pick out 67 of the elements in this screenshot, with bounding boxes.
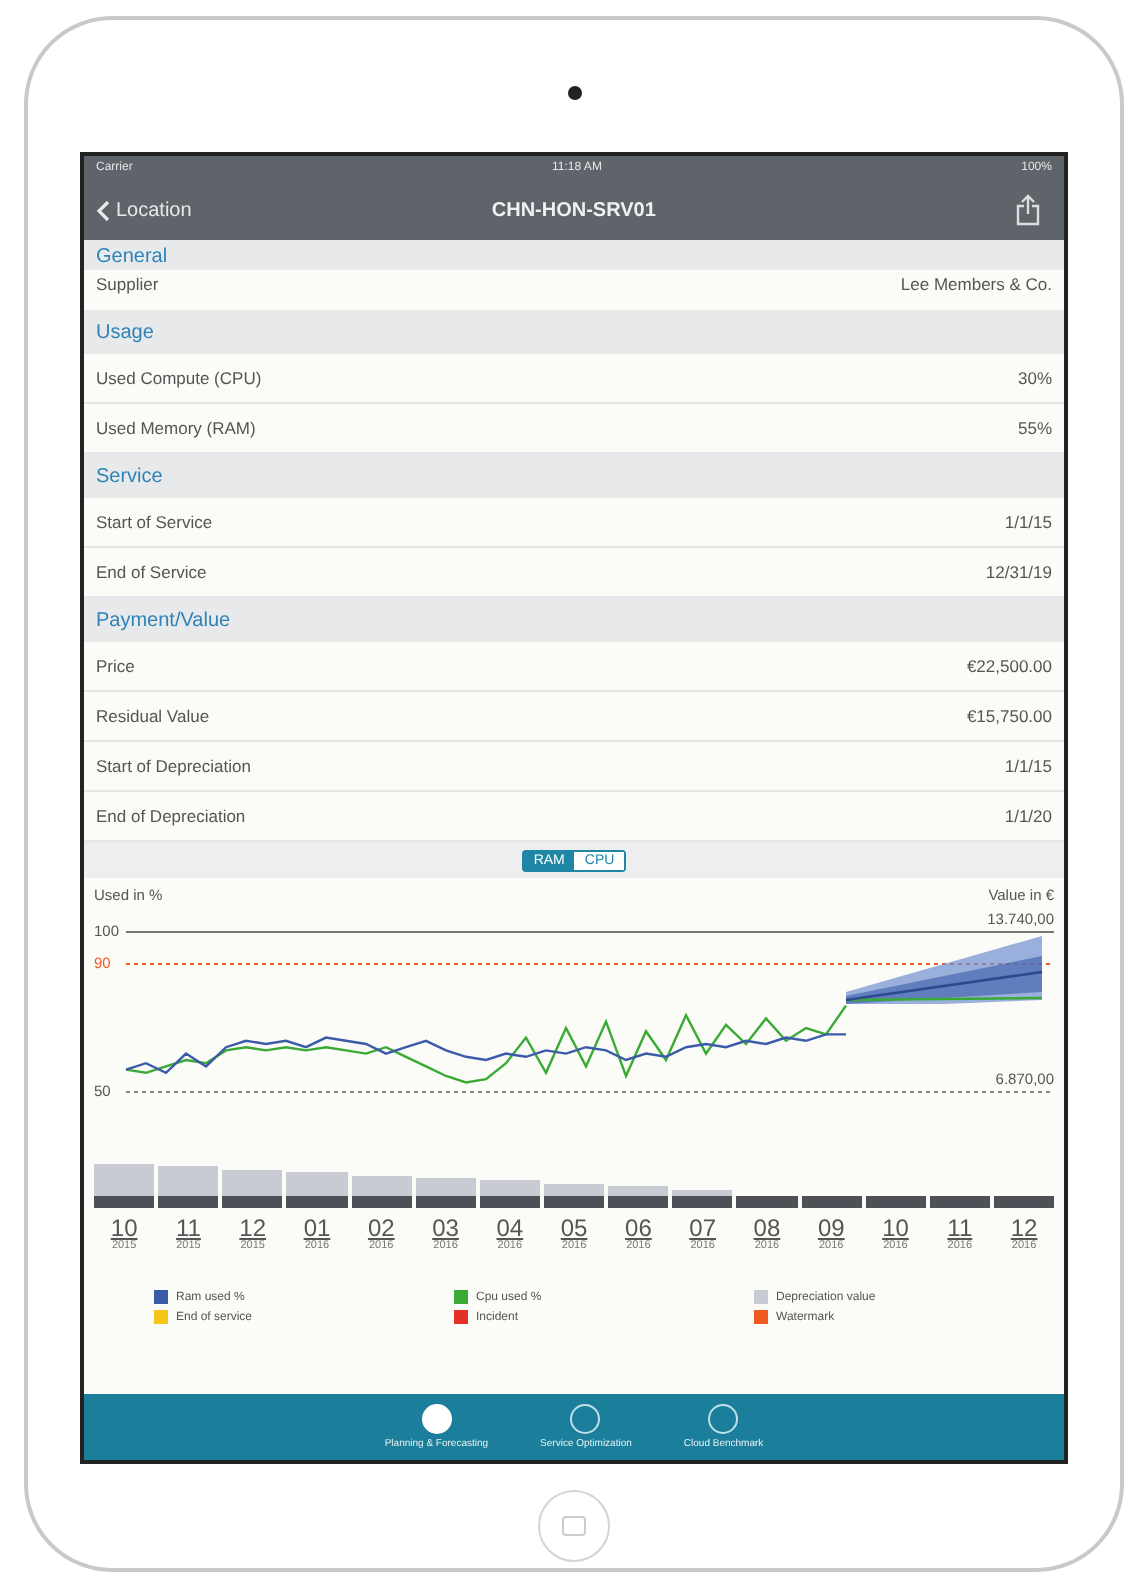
month-label: 06 [625,1216,652,1240]
timeline-segment [479,1196,540,1208]
depreciation-bar [94,1164,155,1196]
section-header: Service [84,454,1064,498]
section-header: Payment/Value [84,598,1064,642]
row-label: Price [96,656,135,676]
month-label: 03 [432,1216,459,1240]
timeline-segment [94,1196,155,1208]
back-button[interactable]: Location [96,199,192,221]
row-value: €15,750.00 [966,706,1052,726]
timeline-segment [222,1196,283,1208]
month-label: 02 [367,1216,395,1240]
depreciation-bar [543,1183,605,1196]
month-label: 10 [882,1216,909,1240]
row-value: 1/1/15 [1004,756,1052,776]
row-value: 55% [1017,418,1052,438]
depreciation-bar [479,1180,540,1196]
row-value: Lee Members & Co. [900,274,1052,294]
row-value: 1/1/15 [1004,512,1052,532]
month-label: 12 [1010,1216,1038,1240]
month-label: 04 [496,1216,524,1240]
month-label: 01 [303,1216,331,1240]
month-label: 10 [110,1216,138,1240]
timeline-segment [672,1196,733,1208]
depreciation-bar [672,1189,733,1196]
timeline-segment [865,1196,926,1208]
month-label: 05 [560,1216,588,1240]
month-label: 07 [689,1216,717,1240]
depreciation-bar [608,1186,669,1196]
row-value: €22,500.00 [966,656,1052,676]
month-label: 08 [753,1216,781,1240]
row-label: Start of Depreciation [96,756,251,776]
row-label: Start of Service [96,512,213,532]
depreciation-bar [158,1166,219,1196]
timeline-segment [801,1196,862,1208]
back-chevron-icon [96,199,110,221]
depreciation-bar [415,1178,476,1196]
row-label: End of Depreciation [96,806,246,826]
timeline-segment [608,1196,669,1208]
row-value: 1/1/20 [1004,806,1052,826]
depreciation-bar [351,1175,412,1196]
timeline-segment [286,1196,348,1208]
row-value: 12/31/19 [985,562,1052,582]
row-value: 30% [1017,368,1052,388]
row-label: Residual Value [96,706,210,726]
section-header: Usage [84,310,1064,354]
row-label: End of Service [96,562,207,582]
timeline-segment [929,1196,990,1208]
row-label: Used Compute (CPU) [96,368,262,388]
month-label: 12 [239,1216,267,1240]
timeline-segment [993,1196,1055,1208]
timeline-segment [158,1196,219,1208]
month-label: 11 [175,1216,201,1240]
timeline-segment [736,1196,798,1208]
share-icon[interactable] [1016,194,1040,226]
page-title: CHN-HON-SRV01 [491,199,656,221]
timeline-segment [415,1196,476,1208]
section-header: General [84,240,1064,270]
month-label: 09 [817,1216,845,1240]
row-label: Supplier [96,274,159,294]
month-label: 11 [947,1216,973,1240]
timeline-segment [351,1196,412,1208]
timeline-segment [543,1196,605,1208]
camera-dot [567,86,581,100]
depreciation-bar [286,1172,348,1196]
depreciation-bar [222,1169,283,1196]
row-label: Used Memory (RAM) [96,418,256,438]
